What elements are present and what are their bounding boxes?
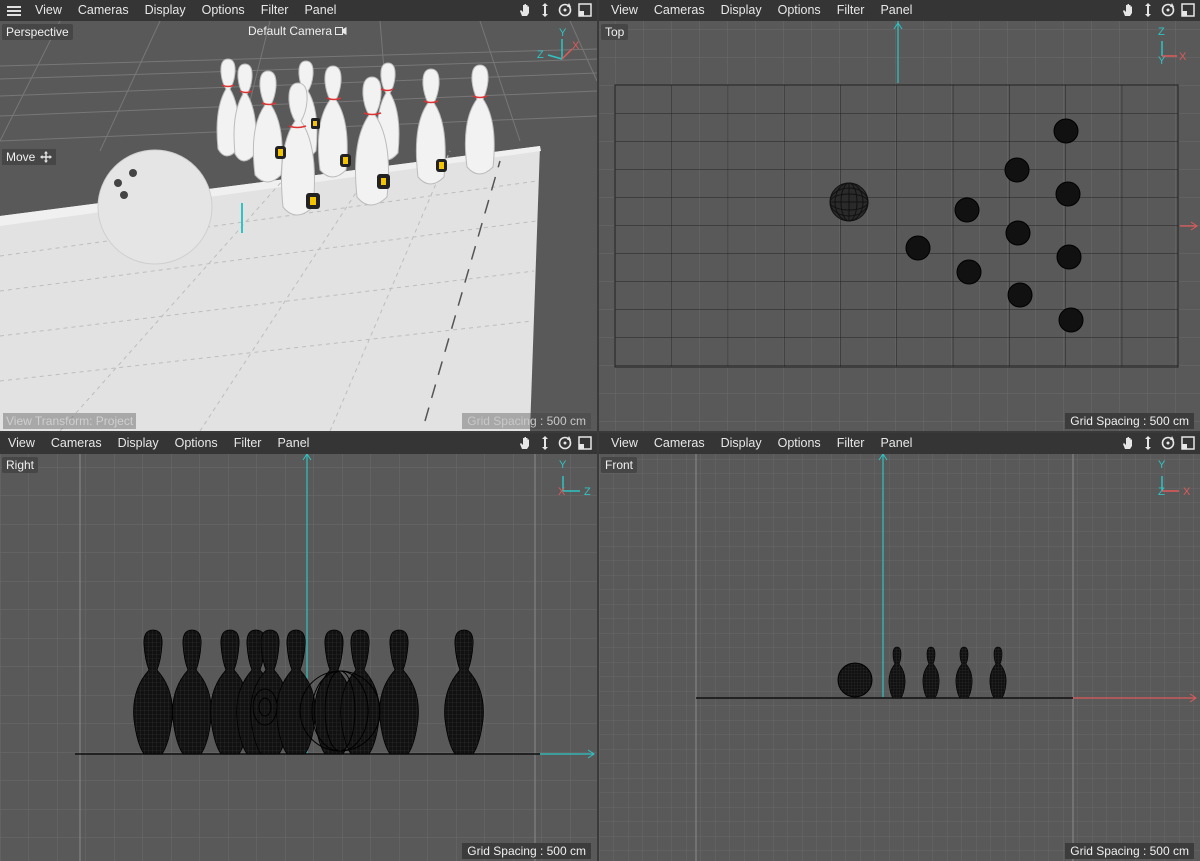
- view-label-perspective[interactable]: Perspective: [2, 24, 73, 40]
- pan-hand-icon[interactable]: [1120, 435, 1136, 451]
- menu-options[interactable]: Options: [770, 0, 829, 21]
- top-canvas[interactable]: Z Y X Top Grid Spacing : 500 cm: [599, 21, 1200, 431]
- svg-text:Y: Y: [559, 459, 567, 471]
- maximize-icon[interactable]: [1180, 435, 1196, 451]
- lane-outline: [614, 84, 1179, 368]
- menu-display[interactable]: Display: [713, 433, 770, 454]
- viewport-menubar: View Cameras Display Options Filter Pane…: [599, 433, 1200, 454]
- perspective-canvas[interactable]: Y Z X Perspective Default Camera Move Vi…: [0, 21, 597, 431]
- ball-front: [837, 662, 873, 698]
- viewport-front[interactable]: View Cameras Display Options Filter Pane…: [599, 433, 1200, 861]
- pan-hand-icon[interactable]: [517, 2, 533, 18]
- menu-panel[interactable]: Panel: [872, 433, 920, 454]
- maximize-icon[interactable]: [577, 435, 593, 451]
- pan-hand-icon[interactable]: [1120, 2, 1136, 18]
- menu-options[interactable]: Options: [167, 433, 226, 454]
- rotate-icon[interactable]: [557, 435, 573, 451]
- menu-panel[interactable]: Panel: [296, 0, 344, 21]
- menu-cameras[interactable]: Cameras: [646, 0, 713, 21]
- move-tool-label: Move: [2, 149, 57, 165]
- menu-cameras[interactable]: Cameras: [646, 433, 713, 454]
- menu-filter[interactable]: Filter: [226, 433, 270, 454]
- bowling-ball: [97, 149, 213, 265]
- viewport-top[interactable]: View Cameras Display Options Filter Pane…: [599, 0, 1200, 431]
- svg-text:Z: Z: [1158, 26, 1165, 38]
- menu-view[interactable]: View: [27, 0, 70, 21]
- view-label-right[interactable]: Right: [2, 457, 39, 473]
- svg-text:Y: Y: [559, 27, 567, 39]
- camera-selector[interactable]: Default Camera: [248, 24, 347, 38]
- menu-display[interactable]: Display: [110, 433, 167, 454]
- svg-text:Z: Z: [1158, 486, 1165, 498]
- front-canvas[interactable]: Y Z X Front Grid Spacing : 500 cm: [599, 454, 1200, 861]
- menu-panel[interactable]: Panel: [872, 0, 920, 21]
- maximize-icon[interactable]: [1180, 2, 1196, 18]
- grid-spacing-label: Grid Spacing : 500 cm: [462, 843, 591, 859]
- svg-text:X: X: [1179, 51, 1187, 63]
- svg-text:X: X: [572, 40, 580, 52]
- view-transform-label: View Transform: Project: [3, 413, 137, 429]
- menu-options[interactable]: Options: [770, 433, 829, 454]
- move-label-text: Move: [6, 150, 36, 164]
- view-label-front[interactable]: Front: [601, 457, 638, 473]
- menu-cameras[interactable]: Cameras: [43, 433, 110, 454]
- viewport-perspective[interactable]: View Cameras Display Options Filter Pane…: [0, 0, 597, 431]
- pan-hand-icon[interactable]: [517, 435, 533, 451]
- svg-text:X: X: [558, 486, 566, 498]
- camera-icon: [335, 27, 347, 35]
- viewport-right[interactable]: View Cameras Display Options Filter Pane…: [0, 433, 597, 861]
- menu-display[interactable]: Display: [713, 0, 770, 21]
- viewport-menubar: View Cameras Display Options Filter Pane…: [0, 433, 597, 454]
- svg-text:Z: Z: [584, 486, 591, 498]
- menu-view[interactable]: View: [603, 433, 646, 454]
- grid-spacing-label: Grid Spacing : 500 cm: [1065, 843, 1194, 859]
- svg-text:X: X: [1183, 486, 1191, 498]
- camera-name: Default Camera: [248, 24, 333, 38]
- menu-filter[interactable]: Filter: [253, 0, 297, 21]
- grid-spacing-label: Grid Spacing : 500 cm: [462, 413, 591, 429]
- move-arrows-icon[interactable]: [1140, 435, 1156, 451]
- rotate-icon[interactable]: [1160, 435, 1176, 451]
- ball-top: [829, 182, 869, 222]
- right-scene: Y X Z: [0, 454, 597, 861]
- svg-text:Y: Y: [1158, 459, 1166, 471]
- axis-gizmo: Y Z X: [537, 27, 580, 61]
- move-cross-icon: [40, 151, 53, 163]
- front-scene: Y Z X: [599, 454, 1200, 861]
- svg-text:Z: Z: [537, 49, 544, 61]
- hamburger-menu-icon[interactable]: [7, 5, 21, 16]
- maximize-icon[interactable]: [577, 2, 593, 18]
- viewport-menubar: View Cameras Display Options Filter Pane…: [0, 0, 597, 21]
- svg-text:Y: Y: [1158, 55, 1166, 67]
- rotate-icon[interactable]: [557, 2, 573, 18]
- menu-view[interactable]: View: [603, 0, 646, 21]
- top-scene: Z Y X: [599, 21, 1200, 431]
- menu-filter[interactable]: Filter: [829, 0, 873, 21]
- move-arrows-icon[interactable]: [537, 435, 553, 451]
- perspective-scene: Y Z X: [0, 21, 597, 431]
- right-canvas[interactable]: Y X Z Right Grid Spacing : 500 cm: [0, 454, 597, 861]
- menu-cameras[interactable]: Cameras: [70, 0, 137, 21]
- menu-filter[interactable]: Filter: [829, 433, 873, 454]
- viewport-menubar: View Cameras Display Options Filter Pane…: [599, 0, 1200, 21]
- view-label-top[interactable]: Top: [601, 24, 629, 40]
- menu-view[interactable]: View: [0, 433, 43, 454]
- menu-panel[interactable]: Panel: [269, 433, 317, 454]
- move-arrows-icon[interactable]: [537, 2, 553, 18]
- grid-spacing-label: Grid Spacing : 500 cm: [1065, 413, 1194, 429]
- move-arrows-icon[interactable]: [1140, 2, 1156, 18]
- rotate-icon[interactable]: [1160, 2, 1176, 18]
- lane-floor: [0, 146, 540, 431]
- menu-display[interactable]: Display: [137, 0, 194, 21]
- menu-options[interactable]: Options: [194, 0, 253, 21]
